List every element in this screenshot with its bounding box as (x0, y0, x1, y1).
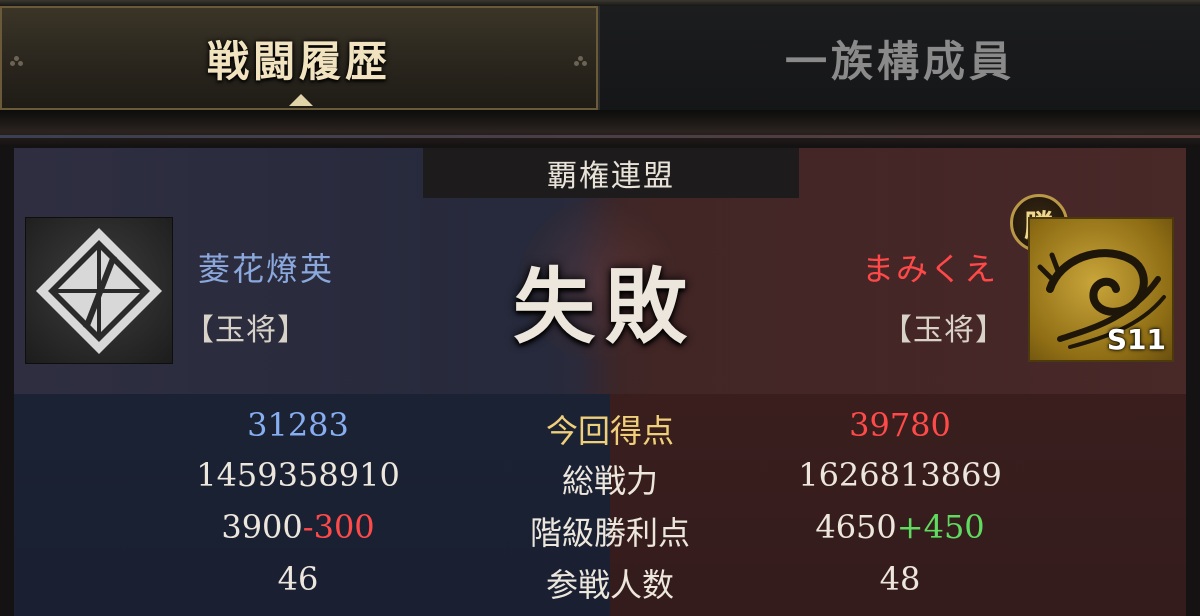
stat-row-rank-points: 3900-300 階級勝利点 4650+450 (14, 508, 1186, 558)
stat-label: 今回得点 (545, 412, 674, 450)
right-rank-points-base: 4650 (815, 508, 897, 546)
active-tab-caret-icon (289, 94, 313, 106)
battle-record-panel[interactable]: 覇権連盟 勝 S11 菱花燎英 【玉将】 まみくえ 【玉将】 失敗 31283 … (14, 148, 1186, 616)
divider-band (0, 110, 1200, 146)
alliance-header: 覇権連盟 (423, 148, 799, 198)
left-total-power: 1459358910 (196, 456, 400, 494)
left-participants: 46 (277, 560, 319, 598)
left-score: 31283 (247, 406, 349, 444)
left-rank-points: 3900-300 (188, 508, 408, 546)
left-rank-points-delta: -300 (302, 508, 375, 546)
divider-line (0, 135, 1200, 138)
right-total-power: 1626813869 (798, 456, 1002, 494)
left-clan-rank: 【玉将】 (184, 313, 308, 348)
tab-ornament-icon (574, 56, 588, 66)
stat-row-participants: 46 参戦人数 48 (14, 560, 1186, 610)
right-score: 39780 (849, 406, 951, 444)
right-rank-points-delta: +450 (896, 508, 985, 546)
stat-row-score: 31283 今回得点 39780 (14, 406, 1186, 456)
right-clan-emblem: S11 (1028, 217, 1174, 362)
stat-label: 参戦人数 (545, 566, 674, 604)
tab-clan-members[interactable]: 一族構成員 (598, 6, 1200, 110)
left-rank-points-base: 3900 (221, 508, 303, 546)
tab-ornament-icon (10, 56, 24, 66)
diamond-crest-icon (36, 228, 162, 354)
tab-battle-history[interactable]: 戦闘履歴 (0, 6, 598, 110)
season-label: S11 (1106, 323, 1166, 356)
left-clan-name[interactable]: 菱花燎英 (198, 244, 334, 290)
right-rank-points: 4650+450 (790, 508, 1010, 546)
stat-row-power: 1459358910 総戦力 1626813869 (14, 456, 1186, 506)
stat-label: 総戦力 (561, 462, 658, 500)
left-clan-emblem (25, 217, 173, 364)
tab-bar: 戦闘履歴 一族構成員 (0, 6, 1200, 110)
tab-label: 一族構成員 (784, 36, 1015, 86)
right-participants: 48 (879, 560, 921, 598)
battle-result: 失敗 (512, 259, 697, 355)
alliance-name: 覇権連盟 (547, 159, 675, 194)
right-clan-rank: 【玉将】 (882, 313, 1006, 348)
right-clan-name[interactable]: まみくえ (862, 244, 998, 290)
stat-label: 階級勝利点 (529, 514, 690, 552)
tab-label: 戦闘履歴 (206, 36, 391, 86)
